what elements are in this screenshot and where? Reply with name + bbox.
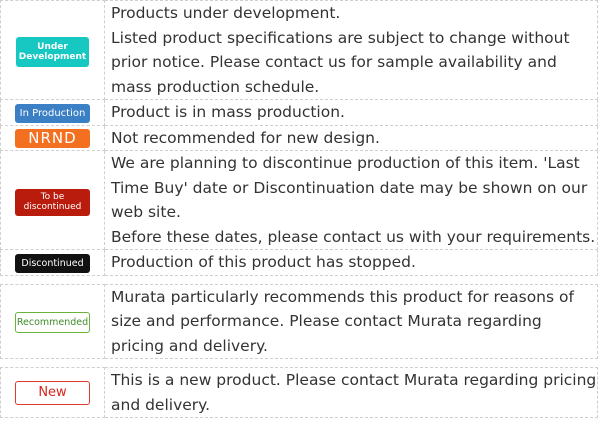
under-development-description: Products under development. Listed produ…: [104, 0, 598, 100]
recommended-legend-table: Recommended Murata particularly recommen…: [0, 283, 598, 360]
status-row-nrnd: NRND Not recommended for new design.: [0, 124, 598, 151]
status-row-new: New This is a new product. Please contac…: [0, 367, 598, 418]
recommended-description: Murata particularly recommends this prod…: [104, 283, 598, 359]
discontinued-description: Production of this product has stopped.: [104, 249, 598, 276]
in-production-description: Product is in mass production.: [104, 99, 598, 126]
status-row-to-be-discontinued: To be discontinued We are planning to di…: [0, 150, 598, 250]
status-row-discontinued: Discontinued Production of this product …: [0, 249, 598, 276]
discontinued-badge: Discontinued: [15, 254, 90, 274]
under-development-badge: Under Development: [16, 36, 89, 67]
recommended-badge: Recommended: [15, 311, 90, 333]
in-production-badge: In Production: [15, 104, 90, 124]
new-badge: New: [15, 380, 90, 405]
new-description: This is a new product. Please contact Mu…: [104, 367, 598, 418]
new-legend-table: New This is a new product. Please contac…: [0, 367, 598, 418]
status-row-under-development: Under Development Products under develop…: [0, 0, 598, 100]
nrnd-description: Not recommended for new design.: [104, 124, 598, 151]
status-row-recommended: Recommended Murata particularly recommen…: [0, 283, 598, 359]
to-be-discontinued-badge: To be discontinued: [15, 188, 90, 216]
to-be-discontinued-description: We are planning to discontinue productio…: [104, 150, 598, 250]
nrnd-badge: NRND: [15, 128, 90, 148]
status-row-in-production: In Production Product is in mass product…: [0, 99, 598, 126]
product-status-legend-table: Under Development Products under develop…: [0, 0, 598, 276]
